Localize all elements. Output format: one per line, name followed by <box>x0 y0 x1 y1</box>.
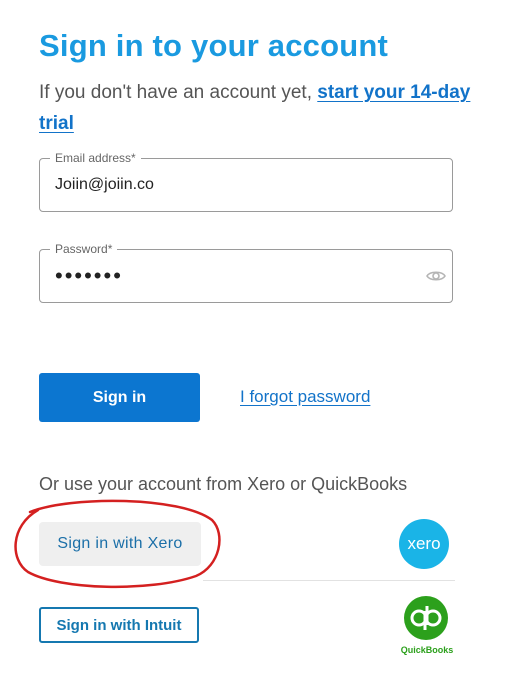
xero-logo: xero <box>399 519 449 569</box>
sign-in-with-intuit-button[interactable]: Sign in with Intuit <box>39 607 199 643</box>
password-label: Password* <box>50 242 118 257</box>
password-input[interactable]: ••••••• <box>55 263 415 289</box>
email-field[interactable]: Email address* <box>39 151 453 212</box>
eye-icon[interactable] <box>426 268 446 284</box>
forgot-password-link[interactable]: I forgot password <box>240 387 370 407</box>
quickbooks-logo-icon <box>404 596 448 640</box>
quickbooks-wordmark: QuickBooks <box>400 645 454 655</box>
signup-prompt: If you don't have an account yet, start … <box>39 77 484 139</box>
alternative-signin-heading: Or use your account from Xero or QuickBo… <box>39 474 408 494</box>
signup-prompt-text: If you don't have an account yet, <box>39 82 318 103</box>
password-field[interactable]: Password* ••••••• <box>39 242 453 303</box>
sign-in-button[interactable]: Sign in <box>39 373 200 422</box>
email-input[interactable] <box>55 176 415 194</box>
page-title: Sign in to your account <box>39 28 389 63</box>
divider <box>203 580 455 581</box>
email-label: Email address* <box>50 151 141 166</box>
sign-in-with-xero-button[interactable]: Sign in with Xero <box>39 522 201 566</box>
